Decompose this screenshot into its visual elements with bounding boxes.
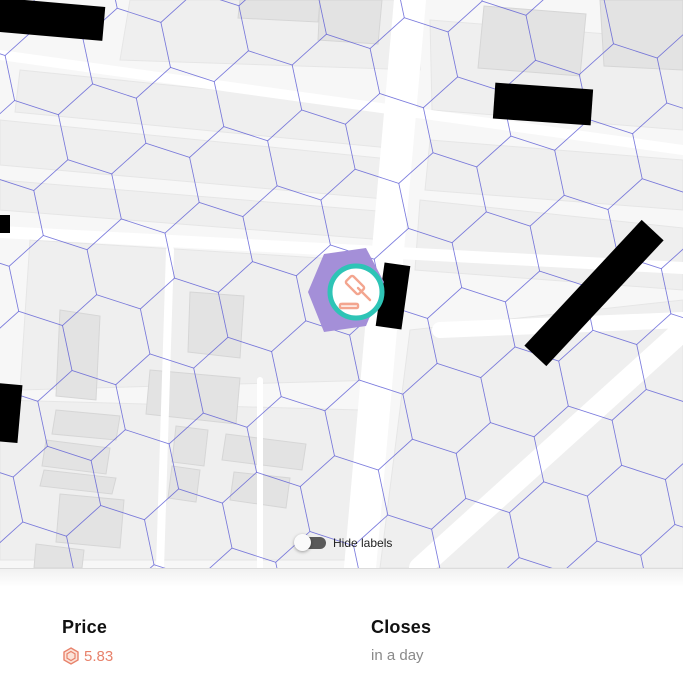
redaction-bar	[492, 82, 594, 126]
map-view[interactable]: Hide labels	[0, 0, 683, 568]
toggle-knob	[294, 534, 311, 551]
hide-labels-label: Hide labels	[333, 536, 393, 550]
closes-label: Closes	[371, 617, 432, 637]
hex-coin-icon	[63, 647, 79, 665]
details-panel: Price 5.83 Closes in a day	[0, 568, 683, 684]
price-value-row: 5.83	[62, 647, 113, 665]
price-field: Price 5.83	[62, 617, 113, 665]
price-value: 5.83	[84, 647, 114, 665]
auction-marker[interactable]	[306, 246, 386, 334]
hide-labels-toggle[interactable]	[294, 534, 326, 551]
closes-value: in a day	[371, 647, 424, 664]
closes-field: Closes in a day	[371, 617, 431, 664]
hide-labels-control: Hide labels	[294, 534, 393, 552]
redaction-bar	[0, 215, 10, 233]
closes-value-row: in a day	[371, 647, 431, 664]
price-label: Price	[62, 617, 108, 637]
